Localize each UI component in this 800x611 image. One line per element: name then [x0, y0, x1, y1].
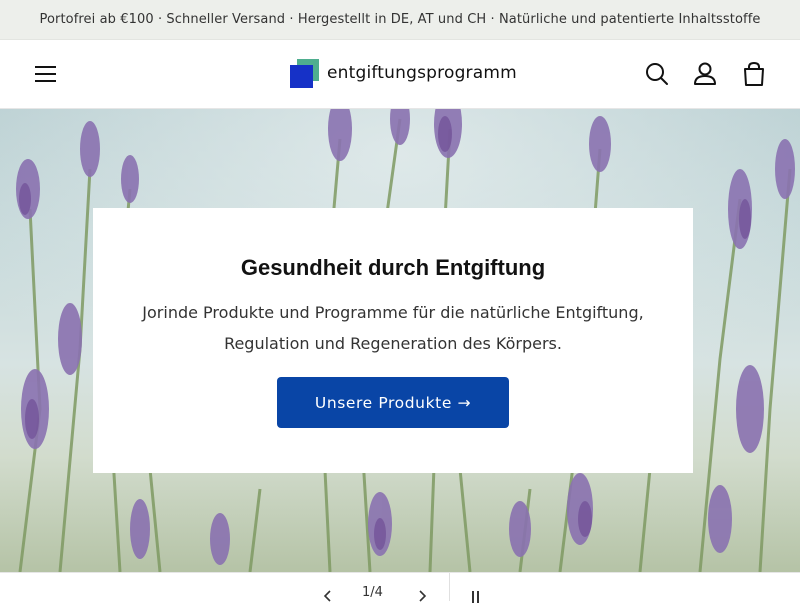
pause-icon[interactable] [466, 587, 486, 607]
divider [449, 573, 450, 601]
hero-card: Gesundheit durch Entgiftung Jorinde Prod… [93, 208, 693, 473]
cart-icon[interactable] [738, 58, 770, 90]
account-icon[interactable] [689, 58, 721, 90]
announcement-text: Portofrei ab €100 · Schneller Versand · … [39, 12, 761, 27]
our-products-button[interactable]: Unsere Produkte → [277, 377, 509, 428]
site-logo[interactable]: entgiftungsprogramm [289, 56, 517, 90]
chevron-left-icon[interactable] [318, 587, 338, 607]
hero-text-line1: Jorinde Produkte und Programme für die n… [142, 303, 644, 322]
logo-text: entgiftungsprogramm [327, 63, 517, 83]
chevron-right-icon[interactable] [412, 587, 432, 607]
hero-title: Gesundheit durch Entgiftung [240, 255, 546, 280]
slide-counter: 1/4 [362, 585, 383, 600]
logo-mark-icon [289, 57, 321, 89]
hero-description: Jorinde Produkte und Programme für die n… [93, 297, 693, 359]
hero-banner: Gesundheit durch Entgiftung Jorinde Prod… [0, 109, 800, 572]
menu-icon[interactable] [28, 58, 62, 90]
hero-text-line2: Regulation und Regeneration des Körpers. [224, 334, 562, 353]
search-icon[interactable] [641, 58, 673, 90]
site-header: entgiftungsprogramm [0, 40, 800, 109]
announcement-bar: Portofrei ab €100 · Schneller Versand · … [0, 0, 800, 40]
slideshow-controls: 1/4 [0, 572, 800, 603]
